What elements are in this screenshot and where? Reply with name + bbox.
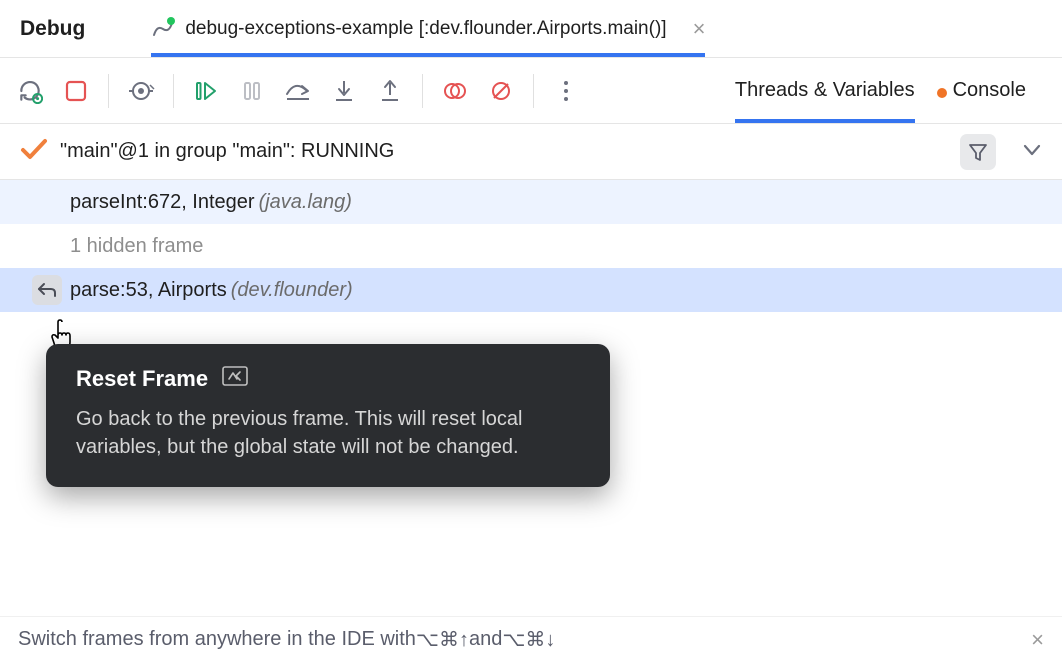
hidden-frames-row[interactable]: 1 hidden frame (0, 224, 1062, 268)
run-config-label: debug-exceptions-example [:dev.flounder.… (185, 18, 666, 40)
tab-console-label: Console (953, 79, 1026, 102)
step-over-button[interactable] (284, 77, 312, 105)
step-into-button[interactable] (330, 77, 358, 105)
show-execution-point-icon[interactable] (127, 77, 155, 105)
debug-title: Debug (20, 17, 85, 41)
thread-running-icon (20, 138, 48, 166)
thread-selector-row: "main"@1 in group "main": RUNNING (0, 124, 1062, 180)
hint-close-icon[interactable]: × (1031, 627, 1044, 653)
frame-package: (dev.flounder) (231, 279, 353, 302)
console-indicator-dot (937, 88, 947, 98)
view-breakpoints-button[interactable] (441, 77, 469, 105)
tab-threads-variables[interactable]: Threads & Variables (735, 58, 915, 123)
stack-frame-selected[interactable]: parse:53, Airports (dev.flounder) (0, 268, 1062, 312)
reset-frame-button[interactable] (32, 275, 62, 305)
frame-method: parseInt:672, Integer (70, 191, 255, 214)
tooltip-body: Go back to the previous frame. This will… (76, 406, 580, 461)
hint-text-mid: and (469, 628, 502, 651)
stop-button[interactable] (62, 77, 90, 105)
rerun-button[interactable] (16, 77, 44, 105)
close-tab-icon[interactable]: × (693, 16, 706, 42)
expand-thread-icon[interactable] (1022, 141, 1042, 163)
hidden-frames-label: 1 hidden frame (70, 235, 203, 258)
run-config-tab[interactable]: debug-exceptions-example [:dev.flounder.… (151, 0, 705, 57)
hint-shortcut-down: ⌥⌘↓ (502, 627, 555, 652)
frame-package: (java.lang) (259, 191, 352, 214)
tab-console[interactable]: Console (937, 58, 1026, 123)
reset-frame-tooltip: Reset Frame Go back to the previous fram… (46, 344, 610, 487)
frames-list: parseInt:672, Integer (java.lang) 1 hidd… (0, 180, 1062, 312)
thread-label[interactable]: "main"@1 in group "main": RUNNING (60, 140, 394, 163)
reset-frame-action-icon (222, 366, 248, 392)
stack-frame[interactable]: parseInt:672, Integer (java.lang) (0, 180, 1062, 224)
hint-text-prefix: Switch frames from anywhere in the IDE w… (18, 628, 416, 651)
tooltip-title: Reset Frame (76, 366, 208, 392)
debug-header: Debug debug-exceptions-example [:dev.flo… (0, 0, 1062, 58)
frame-method: parse:53, Airports (70, 279, 227, 302)
run-config-icon (151, 17, 175, 41)
hint-shortcut-up: ⌥⌘↑ (416, 627, 469, 652)
more-actions-button[interactable] (552, 77, 580, 105)
debug-toolbar: Threads & Variables Console (0, 58, 1062, 124)
pause-button[interactable] (238, 77, 266, 105)
tab-threads-label: Threads & Variables (735, 79, 915, 102)
bottom-hint-bar: Switch frames from anywhere in the IDE w… (0, 616, 1062, 662)
step-out-button[interactable] (376, 77, 404, 105)
filter-button[interactable] (960, 134, 996, 170)
mute-breakpoints-button[interactable] (487, 77, 515, 105)
resume-button[interactable] (192, 77, 220, 105)
